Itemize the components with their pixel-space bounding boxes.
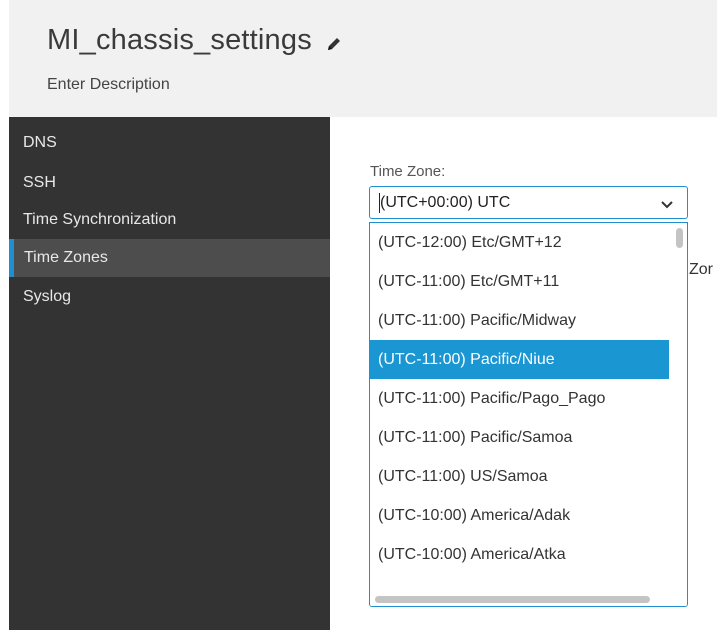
dropdown-option-highlighted[interactable]: (UTC-11:00) Pacific/Niue bbox=[370, 340, 669, 379]
horizontal-scrollbar[interactable] bbox=[370, 586, 687, 606]
dropdown-option[interactable]: (UTC-11:00) Pacific/Samoa bbox=[370, 418, 669, 457]
chevron-down-icon[interactable] bbox=[660, 197, 674, 215]
dropdown-option[interactable]: (UTC-11:00) Pacific/Midway bbox=[370, 301, 669, 340]
dropdown-option[interactable]: (UTC-10:00) America/Atka bbox=[370, 535, 669, 574]
sidebar-item-time-synchronization[interactable]: Time Synchronization bbox=[9, 201, 330, 239]
time-zone-select-value[interactable]: (UTC+00:00) UTC bbox=[380, 194, 510, 212]
sidebar-item-dns[interactable]: DNS bbox=[9, 124, 330, 162]
sidebar-item-time-zones[interactable]: Time Zones bbox=[9, 239, 330, 277]
dropdown-option[interactable]: (UTC-11:00) Etc/GMT+11 bbox=[370, 262, 669, 301]
dropdown-option[interactable]: (UTC-10:00) America/Adak bbox=[370, 496, 669, 535]
page-header: MI_chassis_settings Enter Description bbox=[9, 0, 717, 117]
time-zone-label: Time Zone: bbox=[370, 163, 446, 180]
horizontal-scrollbar-thumb[interactable] bbox=[375, 596, 650, 603]
sidebar-item-syslog[interactable]: Syslog bbox=[9, 278, 330, 316]
pencil-icon[interactable] bbox=[326, 36, 342, 52]
dropdown-option[interactable]: (UTC-11:00) Pacific/Pago_Pago bbox=[370, 379, 669, 418]
settings-sidebar: DNS SSH Time Synchronization Time Zones … bbox=[9, 117, 330, 630]
obscured-label-fragment: Zor bbox=[689, 261, 713, 278]
dropdown-option[interactable]: (UTC-11:00) US/Samoa bbox=[370, 457, 669, 496]
page-title: MI_chassis_settings bbox=[47, 24, 312, 56]
vertical-scrollbar-thumb[interactable] bbox=[676, 228, 683, 248]
page-description[interactable]: Enter Description bbox=[47, 76, 170, 94]
title-row: MI_chassis_settings bbox=[47, 24, 342, 57]
sidebar-item-ssh[interactable]: SSH bbox=[9, 164, 330, 202]
time-zone-dropdown-list[interactable]: (UTC-12:00) Etc/GMT+12 (UTC-11:00) Etc/G… bbox=[369, 222, 688, 607]
dropdown-option[interactable]: (UTC-12:00) Etc/GMT+12 bbox=[370, 223, 669, 262]
